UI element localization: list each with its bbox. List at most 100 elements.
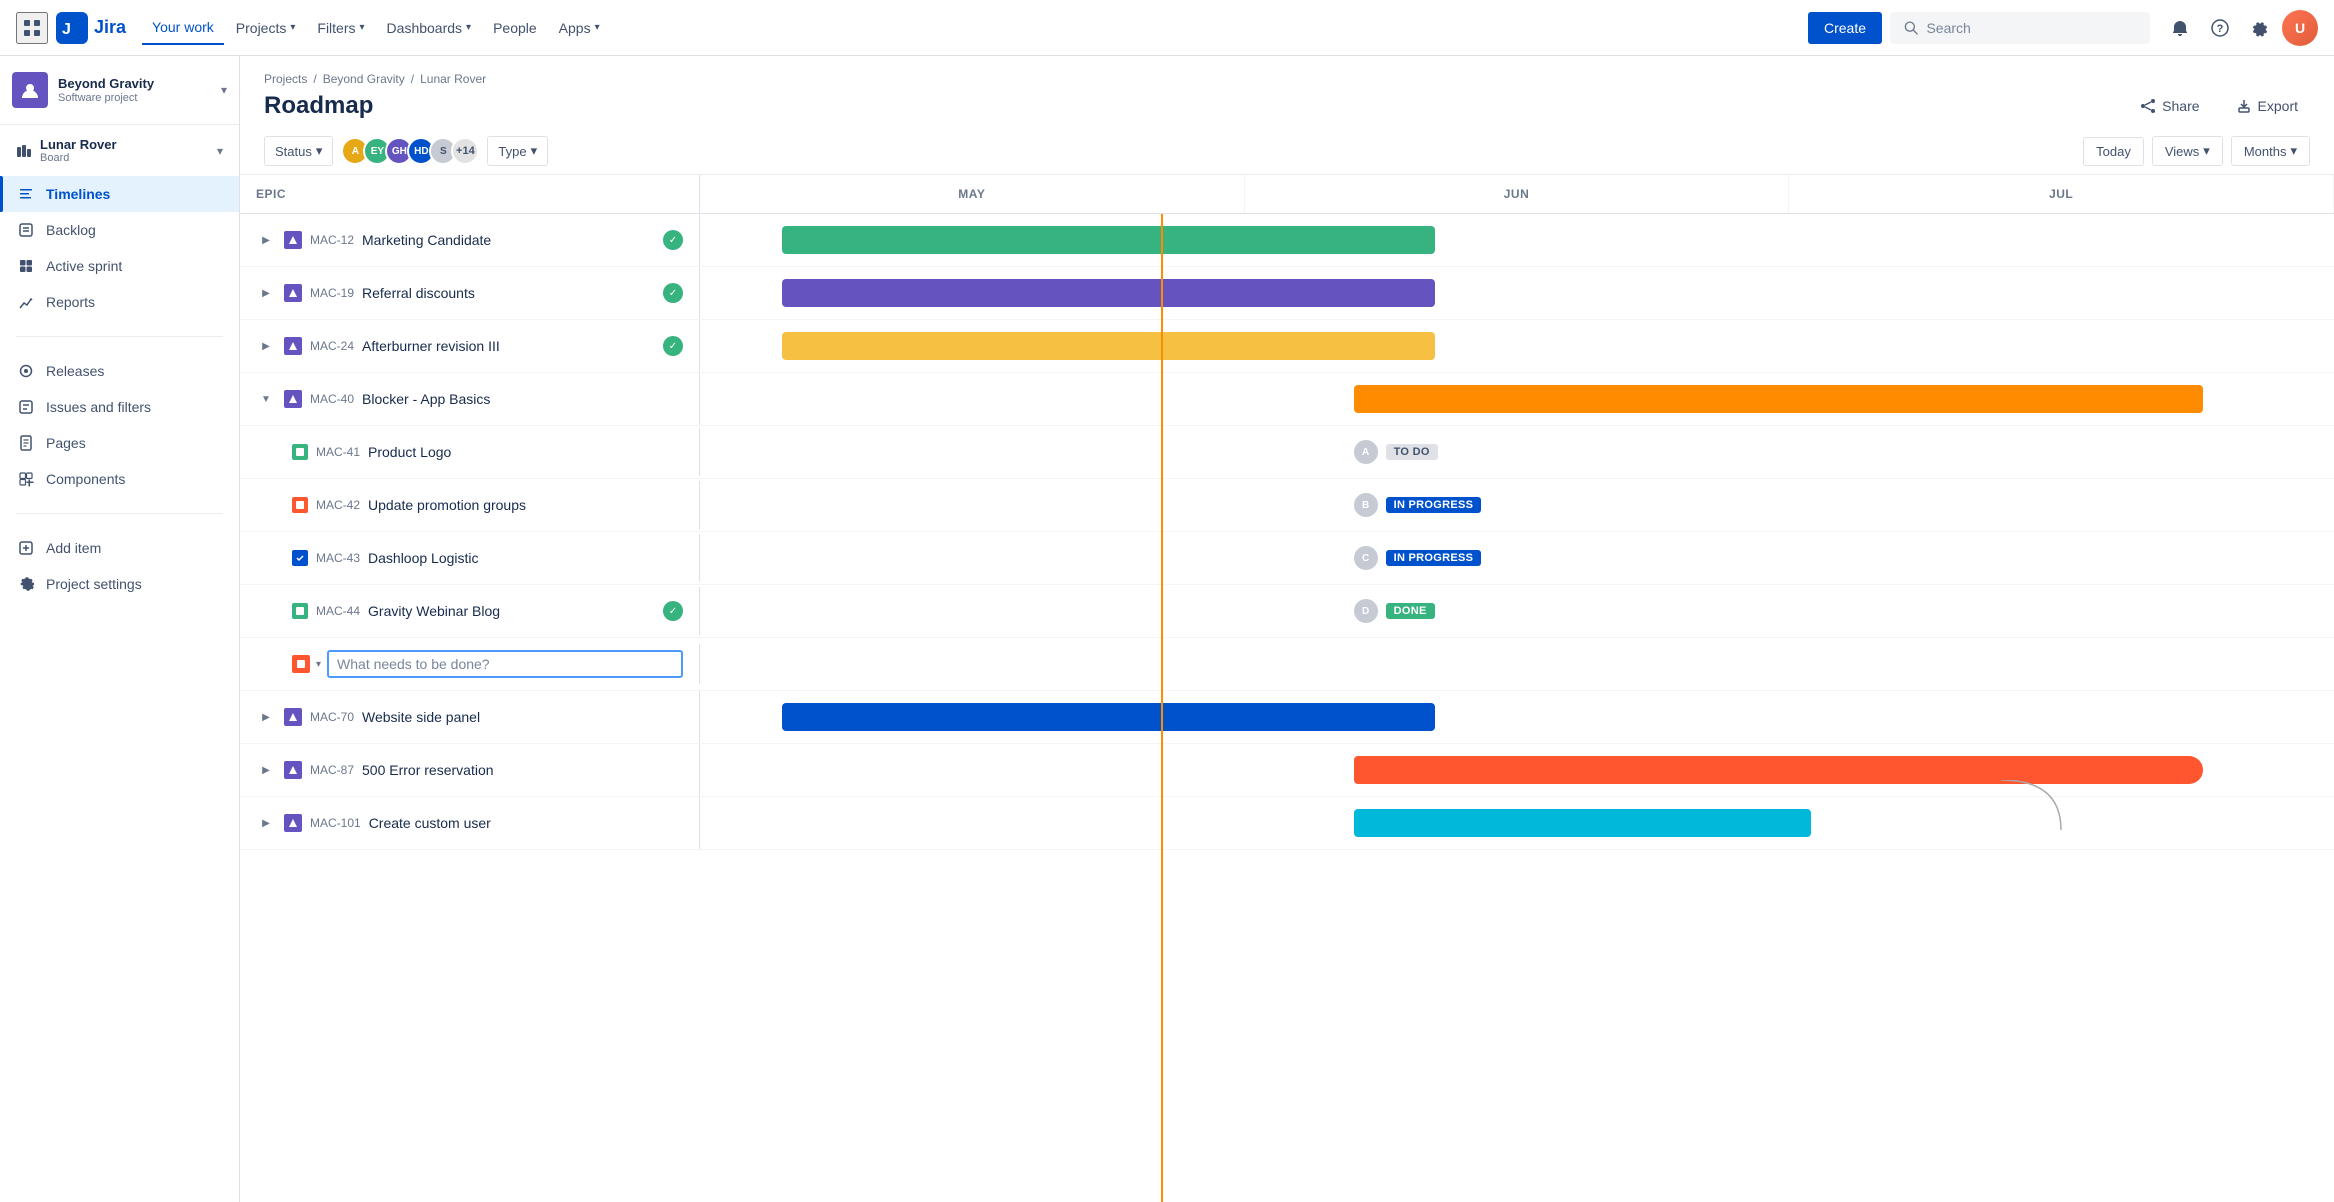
- table-row: ▼ MAC-40 Blocker - App Basics: [240, 373, 2334, 426]
- timeline-mac19: [700, 267, 2334, 319]
- avatar-mac44: D: [1354, 599, 1378, 623]
- share-button[interactable]: Share: [2128, 92, 2211, 120]
- sidebar-item-pages[interactable]: Pages: [0, 425, 239, 461]
- search-box[interactable]: [1890, 12, 2150, 44]
- expand-mac101[interactable]: ▶: [256, 813, 276, 833]
- project-icon: [12, 72, 48, 108]
- page-actions: Share Export: [2128, 92, 2310, 120]
- dashboards-chevron-icon: ▾: [466, 22, 471, 33]
- breadcrumb-projects[interactable]: Projects: [264, 72, 307, 86]
- gantt-bar-mac40[interactable]: [1354, 385, 2204, 413]
- gantt-bar-mac87[interactable]: [1354, 756, 2204, 784]
- apps-chevron-icon: ▾: [595, 22, 600, 33]
- sidebar-item-active-sprint[interactable]: Active sprint: [0, 248, 239, 284]
- main-nav-links: Your work Projects ▾ Filters ▾ Dashboard…: [142, 11, 1800, 45]
- gantt-bar-mac101[interactable]: [1354, 809, 1812, 837]
- child-status-mac43: C IN PROGRESS: [1354, 546, 1482, 570]
- settings-button[interactable]: [2242, 10, 2278, 46]
- table-row: MAC-42 Update promotion groups B IN PROG…: [240, 479, 2334, 532]
- epic-icon-mac87: [284, 761, 302, 779]
- sidebar-item-issues-filters[interactable]: Issues and filters: [0, 389, 239, 425]
- status-mac40: [663, 389, 683, 409]
- sidebar-item-components[interactable]: Components: [0, 461, 239, 497]
- table-row: MAC-41 Product Logo A TO DO: [240, 426, 2334, 479]
- timelines-label: Timelines: [46, 186, 110, 202]
- status-mac101: [663, 813, 683, 833]
- sidebar-item-releases[interactable]: Releases: [0, 353, 239, 389]
- views-button[interactable]: Views ▾: [2152, 136, 2223, 166]
- expand-mac12[interactable]: ▶: [256, 230, 276, 250]
- gantt-bar-mac12[interactable]: [782, 226, 1436, 254]
- projects-nav[interactable]: Projects ▾: [226, 12, 306, 44]
- child-icon-mac42: [292, 497, 308, 513]
- epic-cell-mac70: ▶ MAC-70 Website side panel: [240, 691, 700, 743]
- roadmap-toolbar: Status ▾ A EY GH HD S +14 Type ▾ Today: [240, 128, 2334, 175]
- sidebar-divider: [16, 336, 223, 337]
- toolbar-right: Today Views ▾ Months ▾: [2083, 136, 2310, 166]
- expand-mac19[interactable]: ▶: [256, 283, 276, 303]
- today-button[interactable]: Today: [2083, 137, 2144, 166]
- svg-text:?: ?: [2217, 23, 2224, 35]
- expand-mac87[interactable]: ▶: [256, 760, 276, 780]
- sidebar-item-backlog[interactable]: Backlog: [0, 212, 239, 248]
- svg-text:J: J: [62, 21, 71, 38]
- project-settings-icon: [16, 574, 36, 594]
- type-filter-button[interactable]: Type ▾: [487, 136, 548, 166]
- people-nav[interactable]: People: [483, 12, 547, 44]
- board-icon: [16, 143, 32, 159]
- sidebar-item-reports[interactable]: Reports: [0, 284, 239, 320]
- page-header: Projects / Beyond Gravity / Lunar Rover …: [240, 56, 2334, 128]
- status-chevron-icon: ▾: [316, 143, 323, 159]
- sidebar-item-timelines[interactable]: Timelines: [0, 176, 239, 212]
- create-button[interactable]: Create: [1808, 12, 1882, 44]
- dashboards-nav[interactable]: Dashboards ▾: [377, 12, 482, 44]
- page-title-row: Roadmap Share Export: [264, 92, 2310, 120]
- table-row: ▶ MAC-101 Create custom user: [240, 797, 2334, 850]
- board-selector[interactable]: Lunar Rover Board ▾: [16, 137, 223, 164]
- jira-logo[interactable]: J Jira: [56, 12, 126, 44]
- gantt-bar-mac70[interactable]: [782, 703, 1436, 731]
- gantt-bar-mac24[interactable]: [782, 332, 1436, 360]
- gantt-bar-mac19[interactable]: [782, 279, 1436, 307]
- export-button[interactable]: Export: [2224, 92, 2310, 120]
- search-input[interactable]: [1926, 20, 2136, 36]
- status-badge-mac42: IN PROGRESS: [1386, 497, 1482, 513]
- app-layout: Beyond Gravity Software project ▾ Lunar …: [0, 56, 2334, 1202]
- new-task-chevron[interactable]: ▾: [316, 659, 321, 670]
- breadcrumb-project[interactable]: Beyond Gravity: [323, 72, 405, 86]
- sidebar-item-add-item[interactable]: Add item: [0, 530, 239, 566]
- months-button[interactable]: Months ▾: [2231, 136, 2310, 166]
- sidebar-item-project-settings[interactable]: Project settings: [0, 566, 239, 602]
- apps-nav[interactable]: Apps ▾: [549, 12, 610, 44]
- child-status-mac41: A TO DO: [1354, 440, 1438, 464]
- expand-mac70[interactable]: ▶: [256, 707, 276, 727]
- avatar-mac42: B: [1354, 493, 1378, 517]
- new-task-input[interactable]: [327, 650, 683, 678]
- views-chevron-icon: ▾: [2203, 143, 2210, 159]
- help-button[interactable]: ?: [2202, 10, 2238, 46]
- share-icon: [2140, 98, 2156, 114]
- filters-nav[interactable]: Filters ▾: [307, 12, 374, 44]
- month-may: MAY: [700, 175, 1245, 213]
- export-icon: [2236, 98, 2252, 114]
- breadcrumb-board[interactable]: Lunar Rover: [420, 72, 486, 86]
- sidebar-bottom-nav: Add item Project settings: [0, 522, 239, 610]
- status-filter-button[interactable]: Status ▾: [264, 136, 333, 166]
- month-jun: JUN: [1245, 175, 1790, 213]
- expand-mac40[interactable]: ▼: [256, 389, 276, 409]
- your-work-nav[interactable]: Your work: [142, 11, 224, 45]
- page-title: Roadmap: [264, 92, 373, 120]
- project-type: Software project: [58, 92, 211, 104]
- avatar-more[interactable]: +14: [451, 137, 479, 165]
- expand-mac24[interactable]: ▶: [256, 336, 276, 356]
- apps-grid-icon[interactable]: [16, 12, 48, 44]
- table-row: MAC-43 Dashloop Logistic C IN PROGRESS: [240, 532, 2334, 585]
- user-avatar[interactable]: U: [2282, 10, 2318, 46]
- notifications-button[interactable]: [2162, 10, 2198, 46]
- sidebar-project[interactable]: Beyond Gravity Software project ▾: [0, 56, 239, 125]
- child-cell-mac42: MAC-42 Update promotion groups: [240, 481, 700, 529]
- child-icon-mac44: [292, 603, 308, 619]
- sidebar-secondary-nav: Releases Issues and filters Pages Compon…: [0, 345, 239, 505]
- roadmap-body: ▶ MAC-12 Marketing Candidate ✓: [240, 214, 2334, 1202]
- epic-icon-mac101: [284, 814, 302, 832]
